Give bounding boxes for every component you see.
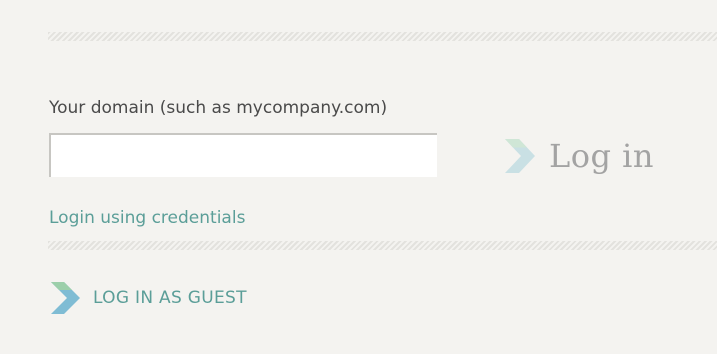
guest-login-button[interactable]: LOG IN AS GUEST <box>51 282 247 314</box>
login-button[interactable]: Log in <box>505 134 654 178</box>
login-credentials-link[interactable]: Login using credentials <box>49 208 245 228</box>
login-label: Log in <box>549 137 655 175</box>
top-divider <box>48 32 717 41</box>
domain-label: Your domain (such as mycompany.com) <box>49 98 388 118</box>
chevron-right-icon <box>51 282 81 314</box>
middle-divider <box>48 241 717 250</box>
guest-login-label: LOG IN AS GUEST <box>93 288 247 308</box>
domain-input[interactable] <box>49 133 437 177</box>
chevron-right-icon <box>505 139 537 173</box>
